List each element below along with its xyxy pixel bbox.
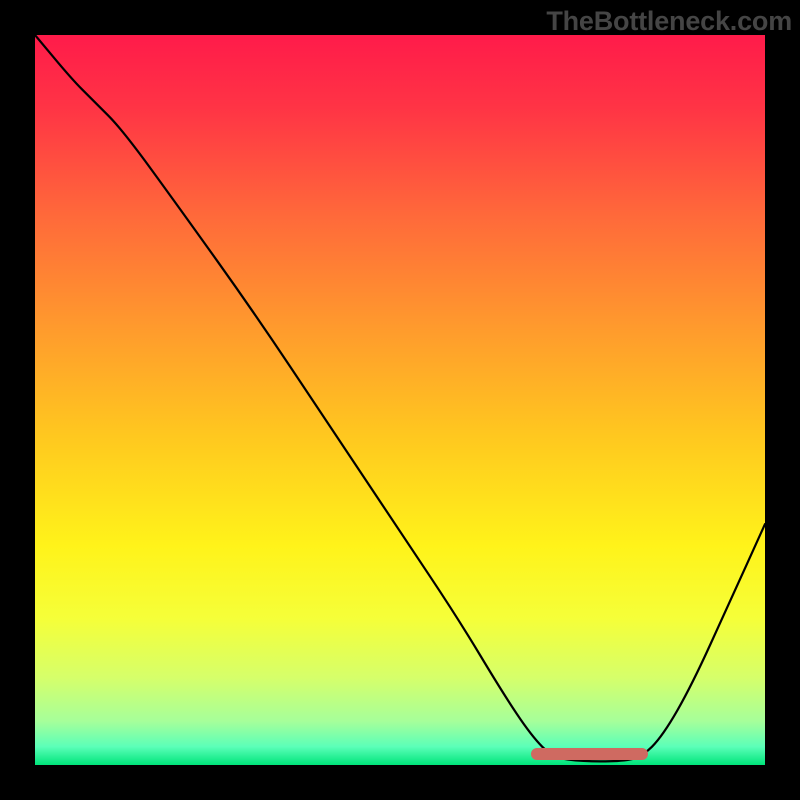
watermark-text: TheBottleneck.com bbox=[546, 6, 792, 37]
bottleneck-curve bbox=[35, 35, 765, 765]
valley-highlight bbox=[531, 748, 648, 760]
chart-container: TheBottleneck.com bbox=[0, 0, 800, 800]
plot-area bbox=[35, 35, 765, 765]
